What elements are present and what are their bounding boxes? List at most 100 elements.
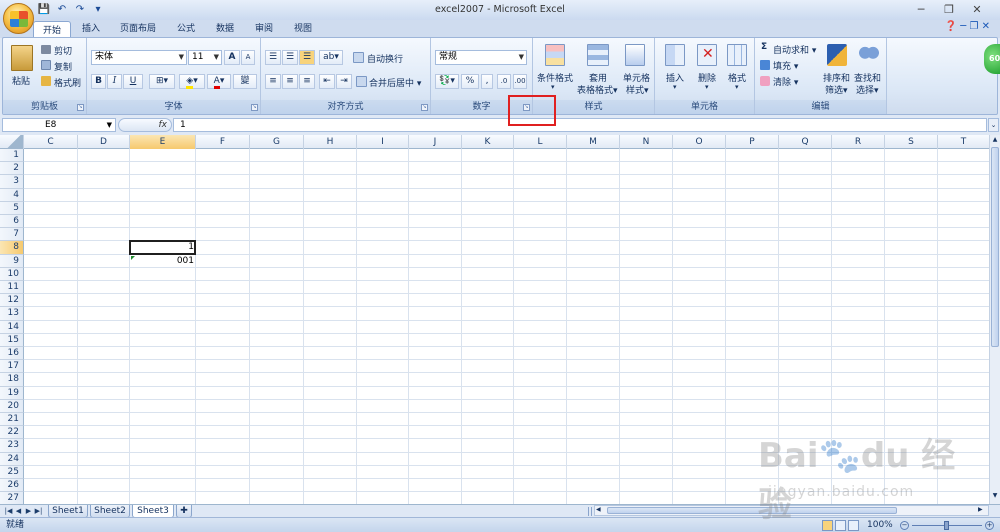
decrease-decimal-button[interactable]: .00 <box>513 74 527 89</box>
column-header-N[interactable]: N <box>620 135 673 149</box>
autosum-button[interactable]: 自动求和 ▾ <box>773 43 816 56</box>
tab-page-layout[interactable]: 页面布局 <box>112 20 164 38</box>
row-header-8[interactable]: 8 <box>0 241 24 255</box>
increase-decimal-button[interactable]: .0 <box>497 74 511 89</box>
row-header-21[interactable]: 21 <box>0 413 24 427</box>
error-indicator-icon[interactable] <box>131 255 135 260</box>
last-sheet-icon[interactable]: ▶| <box>34 506 43 517</box>
tab-view[interactable]: 视图 <box>285 20 321 38</box>
underline-button[interactable]: U <box>123 74 143 89</box>
grow-font-button[interactable]: A <box>224 50 240 65</box>
select-all-button[interactable] <box>0 135 24 149</box>
column-header-F[interactable]: F <box>196 135 250 149</box>
font-color-button[interactable]: A▾ <box>207 74 231 89</box>
row-header-9[interactable]: 9 <box>0 254 24 268</box>
cell-E8[interactable]: 1 <box>130 241 196 254</box>
row-header-1[interactable]: 1 <box>0 149 24 163</box>
shrink-font-button[interactable]: A <box>241 50 255 65</box>
save-icon[interactable]: 💾 <box>36 3 52 17</box>
align-middle-button[interactable]: ☰ <box>282 50 298 65</box>
column-header-L[interactable]: L <box>514 135 567 149</box>
column-header-K[interactable]: K <box>462 135 514 149</box>
bold-button[interactable]: B <box>91 74 106 89</box>
row-header-11[interactable]: 11 <box>0 281 24 295</box>
row-header-24[interactable]: 24 <box>0 452 24 466</box>
row-header-17[interactable]: 17 <box>0 360 24 374</box>
find-select-button[interactable]: 选择▾ <box>856 83 879 96</box>
clipboard-launcher-icon[interactable]: ↘ <box>77 104 84 111</box>
column-header-I[interactable]: I <box>357 135 409 149</box>
paste-icon[interactable] <box>11 45 33 71</box>
column-header-O[interactable]: O <box>673 135 726 149</box>
customize-qat-icon[interactable]: ▾ <box>90 3 106 17</box>
sort-filter-button[interactable]: 筛选▾ <box>825 83 848 96</box>
scroll-left-icon[interactable]: ◀ <box>596 506 605 515</box>
row-header-6[interactable]: 6 <box>0 215 24 229</box>
tab-formulas[interactable]: 公式 <box>168 20 204 38</box>
cell-E9[interactable]: 001 <box>130 255 196 268</box>
clear-button[interactable]: 清除 ▾ <box>773 75 798 88</box>
scroll-up-icon[interactable]: ▲ <box>991 136 999 145</box>
font-size-combo[interactable]: 11 ▼ <box>188 50 222 65</box>
fill-button[interactable]: 填充 ▾ <box>773 59 798 72</box>
column-header-J[interactable]: J <box>409 135 462 149</box>
font-launcher-icon[interactable]: ↘ <box>251 104 258 111</box>
expand-formula-bar-icon[interactable]: ⌄ <box>988 118 999 132</box>
font-name-combo[interactable]: 宋体 ▼ <box>91 50 187 65</box>
phonetic-button[interactable]: 變 <box>233 74 257 89</box>
merge-center-button[interactable]: 合并后居中 ▾ <box>369 76 421 89</box>
row-header-27[interactable]: 27 <box>0 492 24 504</box>
column-header-C[interactable]: C <box>24 135 78 149</box>
borders-button[interactable]: ⊞▾ <box>149 74 175 89</box>
row-header-12[interactable]: 12 <box>0 294 24 308</box>
first-sheet-icon[interactable]: |◀ <box>4 506 13 517</box>
undo-icon[interactable]: ↶ <box>54 3 70 17</box>
cell-style-button[interactable]: 样式▾ <box>626 83 649 96</box>
paste-button[interactable]: 粘贴 <box>12 74 30 87</box>
minimize-button[interactable]: ─ <box>908 2 934 17</box>
tab-insert[interactable]: 插入 <box>74 20 108 38</box>
tab-review[interactable]: 审阅 <box>246 20 282 38</box>
alignment-launcher-icon[interactable]: ↘ <box>421 104 428 111</box>
vertical-scrollbar[interactable]: ▲ ▼ <box>989 135 1000 504</box>
align-top-button[interactable]: ☰ <box>265 50 281 65</box>
column-header-M[interactable]: M <box>567 135 620 149</box>
row-header-10[interactable]: 10 <box>0 267 24 281</box>
row-header-13[interactable]: 13 <box>0 307 24 321</box>
column-header-H[interactable]: H <box>304 135 357 149</box>
align-right-button[interactable]: ≡ <box>299 74 315 89</box>
fill-color-button[interactable]: ◈▾ <box>179 74 205 89</box>
next-sheet-icon[interactable]: ▶ <box>24 506 33 517</box>
column-header-E[interactable]: E <box>130 135 196 149</box>
copy-button[interactable]: 复制 <box>54 60 72 73</box>
row-header-26[interactable]: 26 <box>0 479 24 493</box>
number-format-combo[interactable]: 常规 ▼ <box>435 50 527 65</box>
align-left-button[interactable]: ≡ <box>265 74 281 89</box>
format-painter-button[interactable]: 格式刷 <box>54 76 81 89</box>
column-header-T[interactable]: T <box>938 135 989 149</box>
help-icon[interactable]: ❓ ─ ❐ ✕ <box>945 21 990 32</box>
row-header-2[interactable]: 2 <box>0 162 24 176</box>
column-header-Q[interactable]: Q <box>779 135 832 149</box>
row-header-15[interactable]: 15 <box>0 333 24 347</box>
decrease-indent-button[interactable]: ⇤ <box>319 74 335 89</box>
formula-input[interactable]: 1 <box>173 118 987 132</box>
row-header-16[interactable]: 16 <box>0 347 24 361</box>
row-header-4[interactable]: 4 <box>0 188 24 202</box>
wrap-text-button[interactable]: 自动换行 <box>367 52 403 65</box>
row-header-18[interactable]: 18 <box>0 373 24 387</box>
increase-indent-button[interactable]: ⇥ <box>336 74 352 89</box>
close-button[interactable]: ✕ <box>964 2 990 17</box>
row-header-22[interactable]: 22 <box>0 426 24 440</box>
row-header-20[interactable]: 20 <box>0 399 24 413</box>
column-header-S[interactable]: S <box>885 135 938 149</box>
row-header-3[interactable]: 3 <box>0 175 24 189</box>
insert-function-button[interactable]: fx <box>118 118 172 132</box>
align-center-button[interactable]: ≡ <box>282 74 298 89</box>
office-button[interactable] <box>3 3 34 34</box>
accounting-format-button[interactable]: 💱▾ <box>435 74 459 89</box>
conditional-format-button[interactable]: 条件格式 <box>537 71 573 84</box>
prev-sheet-icon[interactable]: ◀ <box>14 506 23 517</box>
column-header-G[interactable]: G <box>250 135 304 149</box>
row-header-14[interactable]: 14 <box>0 320 24 334</box>
